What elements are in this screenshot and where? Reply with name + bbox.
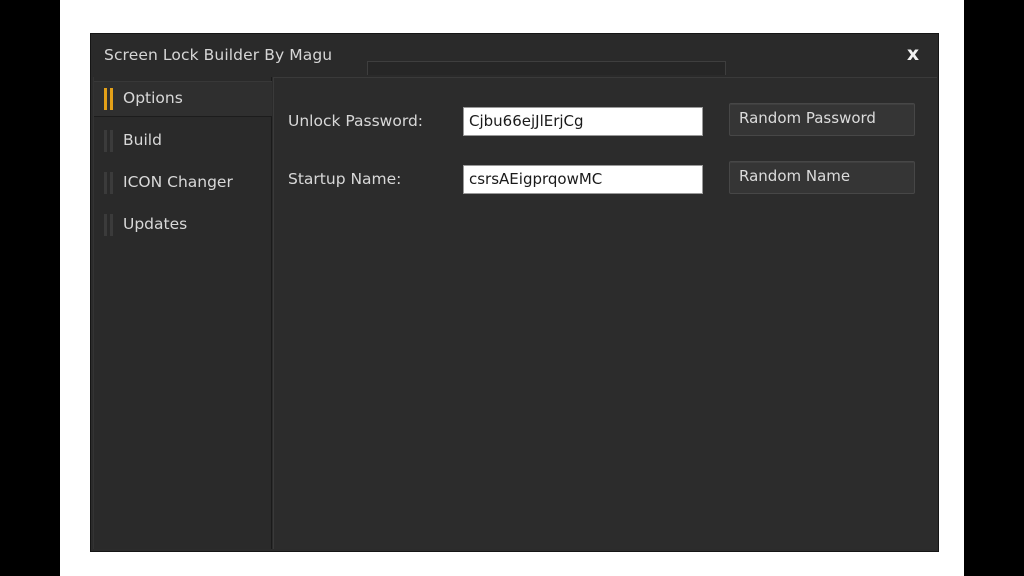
startup-name-input[interactable]: csrsAEigprqowMC	[463, 165, 703, 194]
options-panel: Unlock Password: Cjbu66ejJlErjCg Random …	[273, 77, 937, 549]
sidebar-item-label: Options	[123, 89, 183, 107]
sidebar-item-build[interactable]: Build	[94, 124, 272, 160]
sidebar-item-label: Updates	[123, 215, 188, 233]
indicator-icon	[104, 214, 114, 236]
close-button[interactable]: x	[902, 42, 924, 66]
title-bar[interactable]: Screen Lock Builder By Magu x	[91, 34, 938, 77]
sidebar-item-options[interactable]: Options	[94, 81, 272, 117]
random-password-button[interactable]: Random Password	[729, 103, 915, 136]
sidebar-item-updates[interactable]: Updates	[94, 208, 272, 244]
sidebar-item-label: Build	[123, 131, 162, 149]
window-title: Screen Lock Builder By Magu	[104, 46, 333, 64]
indicator-icon	[104, 130, 114, 152]
indicator-icon	[104, 172, 114, 194]
sidebar: Options Build ICON Changer Updates	[93, 77, 272, 549]
unlock-password-input[interactable]: Cjbu66ejJlErjCg	[463, 107, 703, 136]
startup-name-label: Startup Name:	[288, 170, 402, 188]
random-name-button[interactable]: Random Name	[729, 161, 915, 194]
title-tab-strip	[367, 61, 726, 75]
close-icon: x	[906, 43, 920, 65]
app-window: Screen Lock Builder By Magu x Options Bu…	[90, 33, 939, 552]
unlock-password-label: Unlock Password:	[288, 112, 424, 130]
sidebar-item-icon-changer[interactable]: ICON Changer	[94, 166, 272, 202]
sidebar-item-label: ICON Changer	[123, 173, 233, 191]
active-indicator-icon	[104, 88, 114, 110]
